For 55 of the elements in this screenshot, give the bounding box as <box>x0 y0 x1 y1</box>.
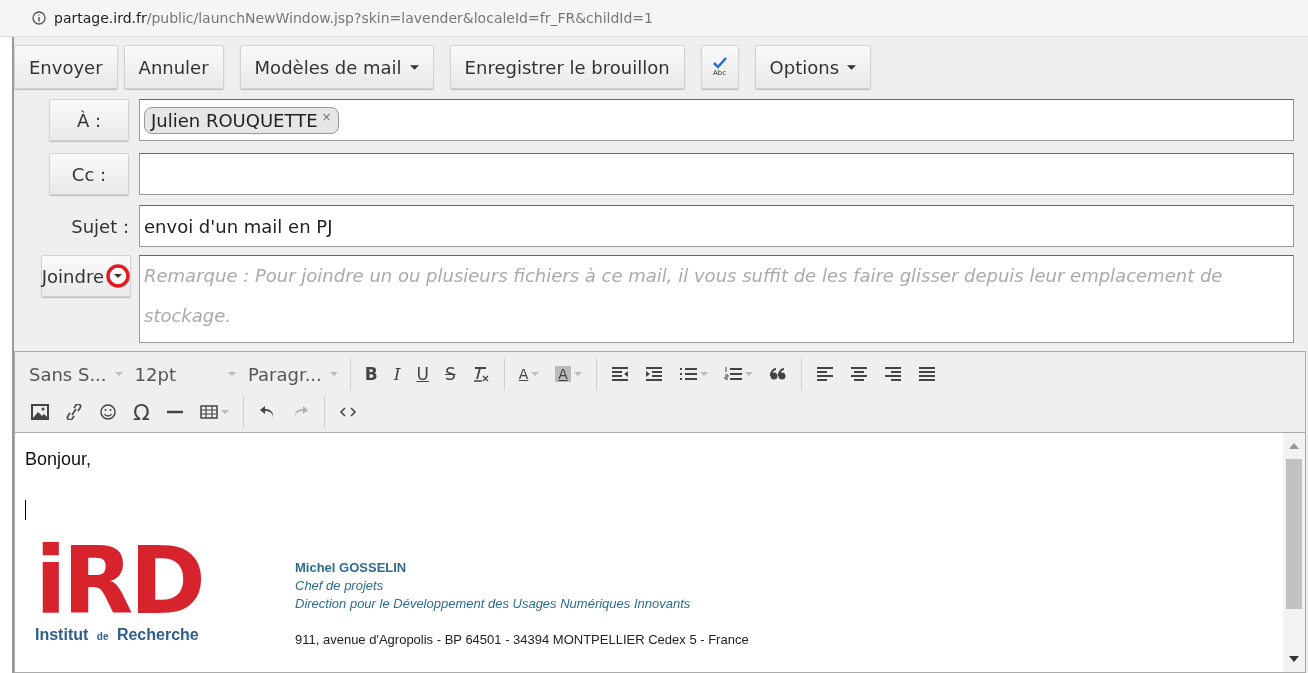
logo-caption: Institut de Recherche <box>35 626 199 644</box>
link-icon[interactable] <box>65 404 83 420</box>
format-dropdown[interactable]: Sans S... <box>23 359 129 389</box>
special-character-button[interactable]: Ω <box>133 399 150 425</box>
check-icon <box>711 57 728 69</box>
bold-button[interactable]: B <box>364 364 378 384</box>
quote-icon[interactable] <box>768 366 787 382</box>
toolbar-button[interactable]: Modèles de mail <box>239 45 434 89</box>
address-bar-url[interactable]: partage.ird.fr/public/launchNewWindow.jsp?skin=lavender&localeId=fr_FR&childId=1 <box>54 10 653 26</box>
to-field[interactable]: Julien ROUQUETTE × <box>139 99 1294 141</box>
recipient-name: Julien ROUQUETTE <box>151 109 318 131</box>
greeting-text: Bonjour, <box>25 449 93 470</box>
table-icon[interactable] <box>199 404 218 420</box>
format-dropdown[interactable]: 12pt <box>128 359 242 389</box>
attachment-note-field[interactable]: Remarque : Pour joindre un ou plusieurs fichiers à ce mail, il vous suffit de les faire glisser depuis leur emplacement de stockage. <box>139 255 1294 343</box>
to-button[interactable]: À : <box>49 99 129 141</box>
scroll-down-icon[interactable] <box>1289 656 1299 662</box>
scrollbar-thumb[interactable] <box>1286 459 1302 609</box>
toolbar-button[interactable]: Annuler <box>123 45 224 89</box>
align-left-icon[interactable] <box>815 366 834 382</box>
toolbar-button[interactable]: Enregistrer le brouillon <box>449 45 685 89</box>
justify-icon[interactable] <box>917 366 936 382</box>
strikethrough-button[interactable]: S <box>444 364 456 384</box>
subject-field[interactable]: envoi d'un mail en PJ <box>139 205 1294 247</box>
signature-role: Chef de projets <box>295 578 385 593</box>
remove-button[interactable]: × <box>321 109 332 124</box>
indent-icon[interactable] <box>644 366 663 382</box>
cc-button[interactable]: Cc : <box>49 153 129 195</box>
align-right-icon[interactable] <box>883 366 902 382</box>
align-center-icon[interactable] <box>849 366 868 382</box>
italic-button[interactable]: I <box>393 364 401 384</box>
format-dropdown[interactable]: Paragr... <box>241 359 344 389</box>
toolbar-button[interactable]: Envoyer <box>14 45 118 89</box>
clear-format-icon[interactable] <box>471 366 490 382</box>
text-color-button[interactable]: A <box>518 366 529 382</box>
image-icon[interactable] <box>31 404 49 420</box>
recipient-chip[interactable]: Julien ROUQUETTE × <box>144 106 339 134</box>
cc-field[interactable] <box>139 153 1294 195</box>
logo-mark: iRD <box>35 540 202 624</box>
info-icon <box>32 11 46 25</box>
signature-address: 911, avenue d'Agropolis - BP 64501 - 34394 MONTPELLIER Cedex 5 - France <box>295 632 749 647</box>
subject-label: Sujet : <box>71 215 129 237</box>
scroll-up-icon[interactable] <box>1289 443 1299 449</box>
signature-name: Michel GOSSELIN <box>295 560 408 575</box>
toolbar-button[interactable]: Options <box>754 45 872 89</box>
bullet-list-icon[interactable] <box>678 366 697 382</box>
underline-button[interactable]: U <box>416 364 429 384</box>
signature-department: Direction pour le Développement des Usages Numériques Innovants <box>295 596 692 611</box>
numbered-list-icon[interactable] <box>723 366 742 382</box>
attach-button[interactable]: Joindre <box>40 255 131 297</box>
outdent-icon[interactable] <box>610 366 629 382</box>
text-cursor <box>25 500 26 520</box>
scrollbar[interactable] <box>1283 433 1305 672</box>
highlight-color-button[interactable]: A <box>555 366 571 382</box>
smiley-icon[interactable] <box>99 404 117 420</box>
